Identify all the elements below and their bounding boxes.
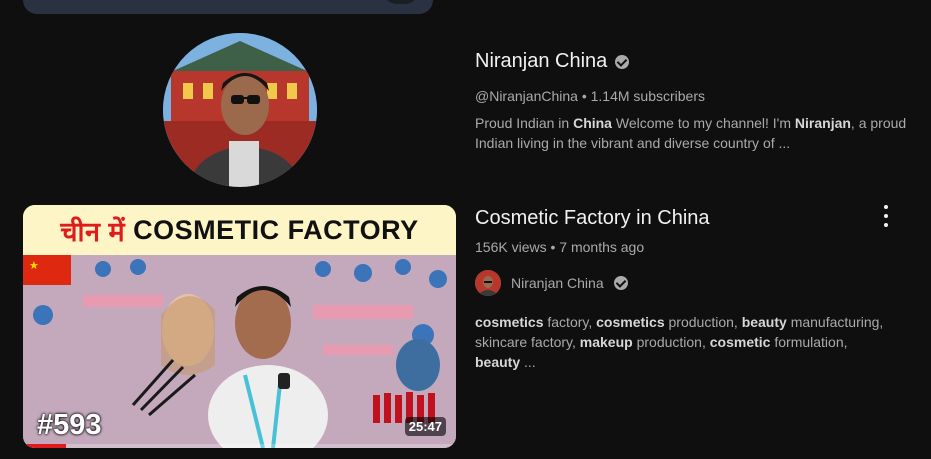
video-meta: 156K views • 7 months ago — [475, 239, 895, 255]
subscriber-count: 1.14M subscribers — [590, 88, 706, 104]
video-description-segment: factory, — [543, 314, 597, 330]
channel-info: Niranjan China @NiranjanChina • 1.14M su… — [475, 50, 915, 153]
video-title[interactable]: Cosmetic Factory in China — [475, 207, 895, 230]
channel-description: Proud Indian in China Welcome to my chan… — [475, 113, 915, 153]
video-description-segment: formulation, — [770, 334, 848, 350]
video-description-segment: production, — [632, 334, 710, 350]
upload-age: 7 months ago — [559, 239, 645, 255]
verified-check-icon — [615, 54, 630, 69]
video-description-segment: beauty — [475, 354, 521, 370]
more-vert-icon[interactable] — [877, 205, 895, 227]
video-channel-row[interactable]: Niranjan China — [475, 270, 895, 296]
channel-description-segment: China — [573, 115, 612, 131]
channel-avatar[interactable] — [163, 33, 317, 187]
video-description-segment: cosmetics — [475, 314, 544, 330]
channel-name[interactable]: Niranjan China — [475, 50, 607, 73]
video-description-segment: makeup — [579, 334, 633, 350]
channel-description-segment: Niranjan — [794, 115, 851, 131]
channel-meta: @NiranjanChina • 1.14M subscribers — [475, 88, 915, 104]
video-description: cosmetics factory, cosmetics production,… — [475, 312, 895, 372]
thumbnail-banner-hindi: चीन में — [60, 216, 126, 247]
video-description-segment: cosmetics — [596, 314, 665, 330]
channel-handle: @NiranjanChina — [475, 88, 578, 104]
video-channel-name[interactable]: Niranjan China — [511, 275, 604, 291]
video-description-segment: cosmetic — [709, 334, 771, 350]
thumbnail-banner-english: COSMETIC FACTORY — [133, 214, 419, 245]
channel-avatar-image — [163, 33, 317, 187]
watch-progress-fill — [23, 444, 67, 448]
verified-check-icon — [613, 276, 628, 290]
more-dot — [884, 214, 888, 218]
video-description-segment: beauty — [741, 314, 787, 330]
channel-description-segment: Welcome to my channel! I'm — [611, 115, 795, 131]
view-count: 156K views — [475, 239, 547, 255]
meta-separator: • — [581, 88, 591, 104]
watch-progress-bar — [23, 444, 456, 448]
previous-card-avatar — [383, 0, 419, 4]
video-channel-avatar-image — [475, 270, 501, 296]
video-description-segment: ... — [520, 354, 536, 370]
more-dot — [884, 205, 888, 209]
video-thumbnail[interactable]: चीन में COSMETIC FACTORY ★ #593 25:47 — [23, 205, 456, 448]
meta-separator: • — [550, 239, 560, 255]
thumbnail-banner: चीन में COSMETIC FACTORY — [23, 205, 456, 255]
svg-text:★: ★ — [29, 259, 39, 272]
episode-number-label: #593 — [37, 409, 102, 441]
video-channel-avatar[interactable] — [475, 270, 501, 296]
channel-description-segment: Proud Indian in — [475, 115, 574, 131]
video-description-segment: production, — [664, 314, 742, 330]
previous-result-card[interactable] — [23, 0, 433, 14]
more-dot — [884, 223, 888, 227]
video-duration: 25:47 — [404, 417, 446, 436]
channel-name-row[interactable]: Niranjan China — [475, 50, 915, 73]
video-info: Cosmetic Factory in China 156K views • 7… — [475, 207, 895, 372]
